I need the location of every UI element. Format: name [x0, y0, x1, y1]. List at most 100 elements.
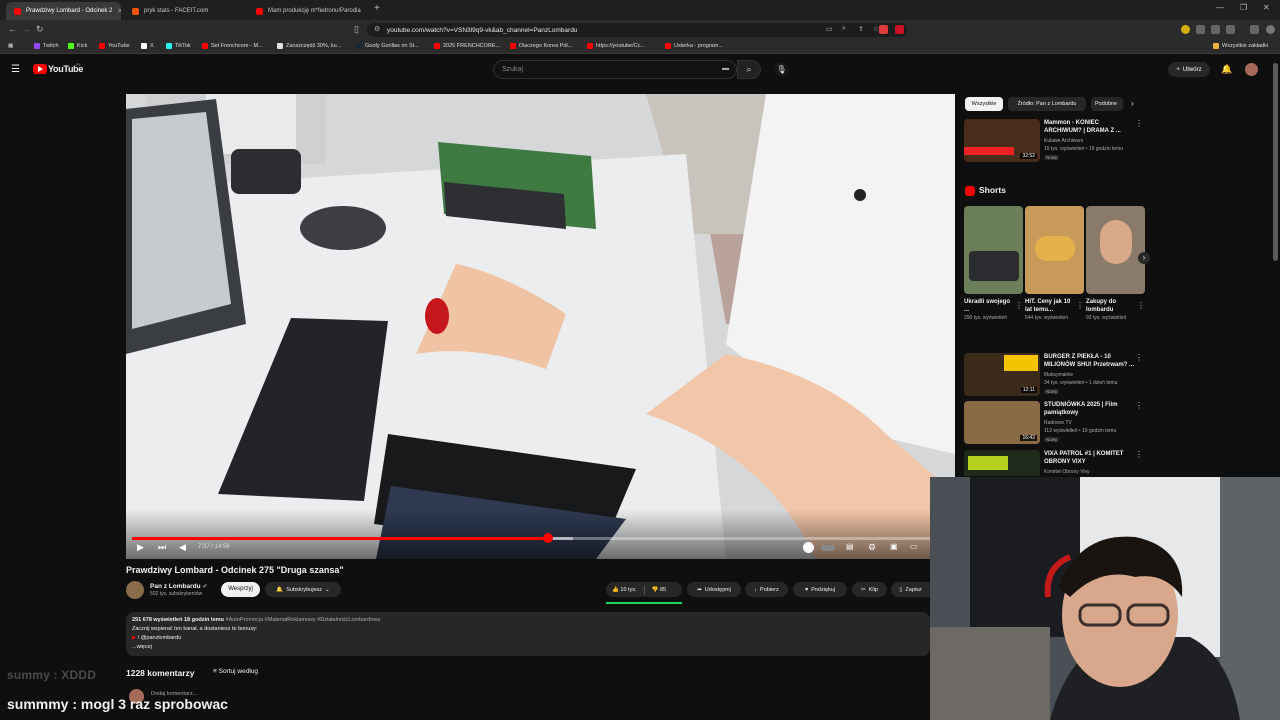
- minimize-icon[interactable]: —: [1216, 3, 1224, 12]
- progress-bar[interactable]: [132, 537, 948, 540]
- short-item[interactable]: HIT. Ceny jak 10 lat temu... 644 tys. wy…: [1025, 206, 1084, 322]
- forward-icon[interactable]: →: [22, 24, 31, 34]
- extension-icon[interactable]: [1181, 25, 1190, 34]
- search-button[interactable]: ⌕: [737, 60, 761, 79]
- share-page-icon[interactable]: ⇪: [858, 25, 864, 33]
- extensions-puzzle-icon[interactable]: [1211, 25, 1220, 34]
- create-button[interactable]: + Utwórz: [1168, 62, 1210, 77]
- miniplayer-badge-icon[interactable]: [803, 542, 814, 553]
- short-item[interactable]: Ukradli swojego ... 290 tys. wyświetleń …: [964, 206, 1023, 322]
- extension-icon[interactable]: [1196, 25, 1205, 34]
- bookmark-discount[interactable]: Zaoszczędź 30%, ku...: [277, 43, 341, 49]
- recommended-video[interactable]: 16:42 STUDNIÓWKA 2025 | Film pamiątkowy …: [964, 401, 1149, 449]
- more-options-icon[interactable]: ⋮: [1135, 401, 1143, 410]
- settings-gear-icon[interactable]: ⚙: [868, 542, 876, 553]
- chevron-right-icon[interactable]: ›: [1131, 99, 1134, 108]
- bookmark-x[interactable]: X: [141, 43, 154, 49]
- bookmark-kick[interactable]: Kick: [68, 43, 87, 49]
- more-options-icon[interactable]: ⋮: [1137, 301, 1145, 310]
- short-thumbnail[interactable]: [1086, 206, 1145, 294]
- more-options-icon[interactable]: ⋮: [1076, 301, 1084, 310]
- new-tab-button[interactable]: +: [374, 3, 380, 14]
- recommended-video[interactable]: 32:52 Mammon - KONIEC ARCHIWUM? | DRAMA …: [964, 119, 1149, 167]
- media-control-icon[interactable]: [1250, 25, 1259, 34]
- shorts-next-icon[interactable]: ›: [1138, 252, 1150, 264]
- volume-icon[interactable]: ◀: [179, 542, 186, 553]
- close-window-icon[interactable]: ✕: [1263, 3, 1270, 12]
- bookmark-icon[interactable]: ▯: [354, 24, 359, 35]
- recommended-video[interactable]: VIXA PATROL #1 | KOMITET OBRONY VIXY Kom…: [964, 450, 1149, 476]
- video-player[interactable]: [126, 94, 955, 559]
- profile-avatar-icon[interactable]: [1266, 25, 1275, 34]
- description-link[interactable]: ▶ / @panzlombardu: [132, 634, 924, 643]
- sidebar-toggle-icon[interactable]: [1226, 25, 1235, 34]
- play-icon[interactable]: ▶: [137, 542, 144, 553]
- channel-name[interactable]: Kulawe Archiwum: [1044, 138, 1083, 145]
- apps-grid-icon[interactable]: ▦: [8, 43, 13, 49]
- video-thumbnail[interactable]: [964, 450, 1040, 476]
- recommended-video[interactable]: 12:11 BURGER Z PIEKŁA - 10 MILIONÓW SHU!…: [964, 353, 1149, 401]
- bookmark-korea[interactable]: Dlaczego Korea Pół...: [510, 43, 572, 49]
- bookmark-frenchcore[interactable]: Set Frenchcore - M...: [202, 43, 263, 49]
- tab-faceit[interactable]: pryk stats - FACEIT.com: [124, 2, 244, 20]
- short-thumbnail[interactable]: [964, 206, 1023, 294]
- bookmark-goofy-gorillas[interactable]: Goofy Gorillas on St...: [356, 43, 419, 49]
- short-title[interactable]: Ukradli swojego ...: [964, 298, 1014, 314]
- chip-from-channel[interactable]: Źródło: Pan z Lombardu: [1008, 97, 1086, 111]
- video-title[interactable]: BURGER Z PIEKŁA - 10 MILIONÓW SHU! Przet…: [1044, 353, 1136, 369]
- bookmark-twitch[interactable]: Twitch: [34, 43, 59, 49]
- account-avatar[interactable]: [1245, 63, 1258, 76]
- hamburger-menu-icon[interactable]: ☰: [11, 64, 20, 75]
- description-box[interactable]: 291 678 wyświetleń 18 godzin temu #AutoP…: [126, 612, 930, 656]
- tab-parody[interactable]: Mam produkcję m*fedronu!Parodia: [248, 2, 368, 20]
- notifications-bell-icon[interactable]: 🔔: [1221, 64, 1232, 75]
- more-options-icon[interactable]: ⋮: [1135, 353, 1143, 362]
- autoplay-toggle[interactable]: [821, 545, 835, 551]
- more-options-icon[interactable]: ⋮: [1135, 119, 1143, 128]
- description-tags[interactable]: #AutoPromocja #MateriałReklamowy #Działa…: [226, 617, 381, 623]
- all-bookmarks[interactable]: Wszystkie zakładki: [1213, 43, 1268, 49]
- theater-mode-icon[interactable]: ▭: [910, 542, 918, 551]
- search-input[interactable]: Szukaj ▬: [493, 60, 737, 79]
- video-title[interactable]: VIXA PATROL #1 | KOMITET OBRONY VIXY: [1044, 450, 1136, 466]
- site-info-icon[interactable]: ⚙: [374, 25, 380, 33]
- video-thumbnail[interactable]: 32:52: [964, 119, 1040, 162]
- extension-warning-icon[interactable]: [895, 25, 904, 34]
- short-title[interactable]: HIT. Ceny jak 10 lat temu...: [1025, 298, 1075, 314]
- share-button[interactable]: ➦ Udostępnij: [687, 582, 741, 597]
- channel-name[interactable]: Radosne TV: [1044, 420, 1072, 427]
- next-icon[interactable]: ⏭: [158, 542, 166, 553]
- page-scrollbar[interactable]: [1273, 63, 1278, 261]
- cast-icon[interactable]: ▭: [826, 25, 833, 33]
- subtitles-icon[interactable]: ▤: [846, 542, 854, 551]
- keyboard-icon[interactable]: ▬: [722, 65, 729, 72]
- video-thumbnail[interactable]: 16:42: [964, 401, 1040, 444]
- zoom-icon[interactable]: ⌕: [842, 25, 846, 33]
- back-icon[interactable]: ←: [8, 24, 17, 34]
- short-thumbnail[interactable]: [1025, 206, 1084, 294]
- url-bar[interactable]: ⚙ youtube.com/watch?v=VSN3l9q9-vk&ab_cha…: [367, 23, 907, 37]
- video-title[interactable]: STUDNIÓWKA 2025 | Film pamiątkowy: [1044, 401, 1136, 417]
- video-title[interactable]: Mammon - KONIEC ARCHIWUM? | DRAMA Z ...: [1044, 119, 1136, 135]
- save-button[interactable]: ▯ Zapisz: [891, 582, 930, 597]
- bookmark-youtube[interactable]: YouTube: [99, 43, 130, 49]
- short-item[interactable]: Zakupy do lombardu 92 tys. wyświetleń ⋮: [1086, 206, 1145, 322]
- chip-similar[interactable]: Podobne: [1091, 97, 1123, 111]
- more-options-icon[interactable]: ⋮: [1015, 301, 1023, 310]
- more-options-icon[interactable]: ⋮: [1135, 450, 1143, 459]
- sort-button[interactable]: ≡ Sortuj według: [213, 668, 258, 675]
- close-tab-icon[interactable]: ✕: [117, 7, 121, 15]
- short-title[interactable]: Zakupy do lombardu: [1086, 298, 1136, 314]
- dislike-button[interactable]: 👎 85: [652, 587, 667, 593]
- bookmark-tiktok[interactable]: TikTok: [166, 43, 191, 49]
- channel-name[interactable]: Pan z Lombardu ✓: [150, 582, 208, 590]
- thanks-button[interactable]: ♥ Podziękuj: [793, 582, 847, 597]
- bookmark-youtube-link[interactable]: https://youtube/Cc...: [587, 43, 645, 49]
- clip-button[interactable]: ✂ Klip: [852, 582, 887, 597]
- tab-youtube[interactable]: Prawdziwy Lombard - Odcinek 2 ✕: [6, 2, 121, 20]
- channel-name[interactable]: Maksymalnie: [1044, 372, 1073, 379]
- channel-avatar[interactable]: [126, 581, 144, 599]
- voice-search-icon[interactable]: 🎙: [774, 62, 789, 77]
- support-button[interactable]: Wesprzyj: [221, 582, 260, 597]
- extension-shield-icon[interactable]: [879, 25, 888, 34]
